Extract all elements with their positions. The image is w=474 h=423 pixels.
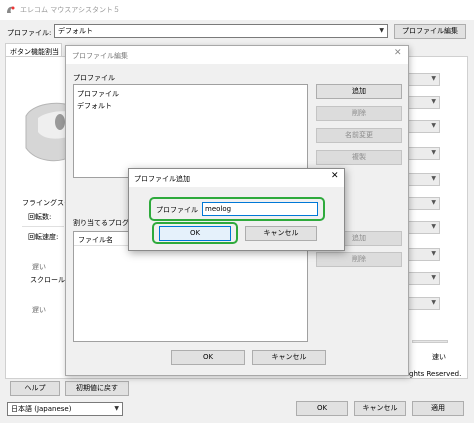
close-icon[interactable]: ✕ <box>394 48 402 58</box>
assign-combo-6[interactable]: ▼ <box>404 197 440 210</box>
assign-combo-8[interactable]: ▼ <box>404 248 440 261</box>
rotation-label: 回転数: <box>28 213 52 221</box>
profile-delete-button[interactable]: 削除 <box>316 106 402 121</box>
fast-label: 速い <box>432 353 446 361</box>
tab-button-assign[interactable]: ボタン機能割当 <box>5 43 62 57</box>
app-title: エレコム マウスアシスタント５ <box>20 6 120 14</box>
profile-add-button[interactable]: 追加 <box>316 84 402 99</box>
slow-label-2: 遅い <box>32 306 46 314</box>
main-cancel-button[interactable]: キャンセル <box>354 401 406 416</box>
reset-button[interactable]: 初期値に戻す <box>65 381 129 396</box>
profile-add-cancel-button[interactable]: キャンセル <box>245 226 317 241</box>
profile-edit-ok-button[interactable]: OK <box>171 350 245 365</box>
assign-combo-3[interactable]: ▼ <box>404 120 440 133</box>
assign-combo-9[interactable]: ▼ <box>404 272 440 285</box>
profile-rename-button[interactable]: 名前変更 <box>316 128 402 143</box>
profile-edit-button[interactable]: プロファイル編集 <box>394 24 466 39</box>
main-title-bar: エレコム マウスアシスタント５ <box>0 0 474 20</box>
profile-label: プロファイル: <box>7 29 52 37</box>
profile-list[interactable]: プロファイル デフォルト <box>73 84 308 178</box>
main-ok-button[interactable]: OK <box>296 401 348 416</box>
chevron-down-icon: ▼ <box>431 122 436 129</box>
profile-group-label: プロファイル <box>73 74 115 82</box>
divider <box>22 226 64 227</box>
assign-program-label: 割り当てるプログラ <box>73 219 136 227</box>
chevron-down-icon: ▼ <box>431 223 436 230</box>
chevron-down-icon: ▼ <box>431 274 436 281</box>
chevron-down-icon: ▼ <box>114 405 119 412</box>
highlight-ok-button <box>152 222 238 244</box>
copyright-text: ghts Reserved. <box>409 370 462 378</box>
chevron-down-icon: ▼ <box>431 199 436 206</box>
profile-add-title: プロファイル追加 <box>134 175 190 183</box>
language-select[interactable]: 日本語 (Japanese) ▼ <box>7 402 123 416</box>
chevron-down-icon: ▼ <box>431 98 436 105</box>
program-delete-button[interactable]: 削除 <box>316 252 402 267</box>
rotation-speed-label: 回転速度: <box>28 233 59 241</box>
profile-add-title-bar: プロファイル追加 ✕ <box>129 169 344 187</box>
chevron-down-icon: ▼ <box>379 27 384 34</box>
close-icon[interactable]: ✕ <box>331 171 339 181</box>
chevron-down-icon: ▼ <box>431 175 436 182</box>
highlight-name-field <box>149 197 325 221</box>
profile-copy-button[interactable]: 複製 <box>316 150 402 165</box>
assign-combo-10[interactable]: ▼ <box>404 297 440 310</box>
assign-combo-2[interactable]: ▼ <box>404 96 440 109</box>
profile-edit-cancel-button[interactable]: キャンセル <box>252 350 326 365</box>
slow-label: 遅い <box>32 263 46 271</box>
profile-edit-title-bar: プロファイル編集 ✕ <box>66 46 408 64</box>
chevron-down-icon: ▼ <box>431 299 436 306</box>
assign-combo-7[interactable]: ▼ <box>404 221 440 234</box>
assign-combo-1[interactable]: ▼ <box>404 73 440 86</box>
app-icon <box>5 4 16 15</box>
chevron-down-icon: ▼ <box>431 149 436 156</box>
assign-combo-4[interactable]: ▼ <box>404 147 440 160</box>
chevron-down-icon: ▼ <box>431 250 436 257</box>
list-item[interactable]: デフォルト <box>77 101 112 111</box>
help-button[interactable]: ヘルプ <box>10 381 60 396</box>
profile-edit-title: プロファイル編集 <box>72 52 128 60</box>
list-item[interactable]: プロファイル <box>77 89 119 99</box>
main-apply-button[interactable]: 適用 <box>412 401 464 416</box>
speed-slider-track[interactable] <box>412 340 448 343</box>
chevron-down-icon: ▼ <box>431 75 436 82</box>
profile-select[interactable]: デフォルト ▼ <box>54 24 388 38</box>
assign-combo-5[interactable]: ▼ <box>404 173 440 186</box>
